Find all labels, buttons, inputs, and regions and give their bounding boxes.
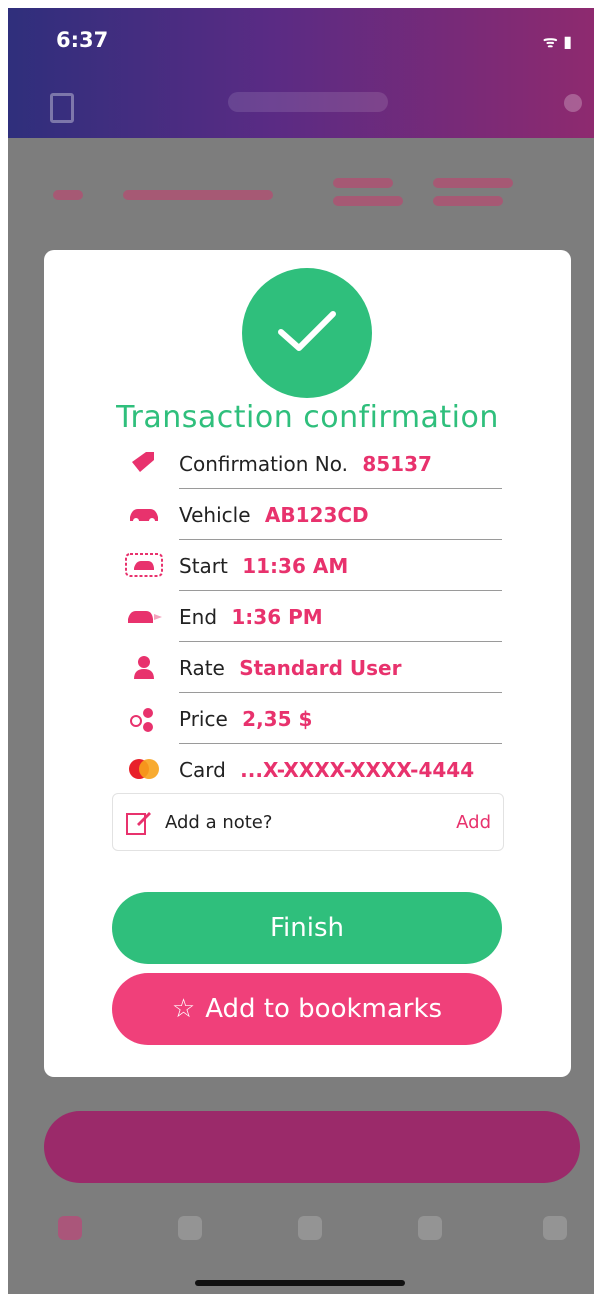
row-card: Card ...X-XXXX-XXXX-4444: [124, 746, 504, 796]
coins-icon: [130, 708, 153, 732]
divider: [179, 539, 502, 540]
row-value: 11:36 AM: [242, 554, 349, 578]
row-value: 2,35 $: [242, 707, 313, 731]
status-icons: ᯤ ▮: [543, 32, 572, 51]
row-value: 85137: [362, 452, 432, 476]
star-icon: ☆: [171, 994, 196, 1024]
mastercard-icon: [129, 759, 159, 779]
row-value: 1:36 PM: [231, 605, 323, 629]
divider: [179, 488, 502, 489]
car-icon: [130, 509, 158, 524]
row-label: Card: [179, 758, 226, 782]
tag-icon: [132, 452, 154, 472]
divider: [179, 692, 502, 693]
divider: [179, 743, 502, 744]
row-value: AB123CD: [264, 503, 369, 527]
success-check-icon: [242, 268, 372, 398]
dialog-title: Transaction confirmation: [116, 400, 499, 435]
bookmark-label: Add to bookmarks: [205, 994, 443, 1024]
row-value: ...X-XXXX-XXXX-4444: [240, 758, 475, 782]
background-details: [53, 178, 523, 218]
parking-start-icon: [125, 553, 163, 577]
row-rate: Rate Standard User: [124, 644, 504, 694]
add-to-bookmarks-button[interactable]: ☆ Add to bookmarks: [112, 973, 502, 1045]
row-end: End 1:36 PM: [124, 593, 504, 643]
header-action-icon[interactable]: [564, 94, 582, 112]
parking-end-icon: [128, 611, 162, 623]
home-indicator: [195, 1280, 405, 1286]
row-value: Standard User: [239, 656, 402, 680]
add-note-field[interactable]: Add a note? Add: [112, 793, 504, 851]
row-label: Start: [179, 554, 228, 578]
row-label: Confirmation No.: [179, 452, 348, 476]
row-label: Price: [179, 707, 228, 731]
menu-icon[interactable]: [50, 93, 74, 123]
background-action-button: [44, 1111, 580, 1183]
user-icon: [134, 656, 154, 679]
row-label: Vehicle: [179, 503, 251, 527]
header-bar: 6:37 ᯤ ▮: [8, 8, 594, 138]
note-label: Add a note?: [165, 812, 273, 833]
finish-label: Finish: [269, 913, 344, 943]
row-vehicle: Vehicle AB123CD: [124, 491, 504, 541]
row-start: Start 11:36 AM: [124, 542, 504, 592]
divider: [179, 641, 502, 642]
status-time: 6:37: [56, 28, 109, 52]
divider: [179, 590, 502, 591]
row-label: Rate: [179, 656, 225, 680]
finish-button[interactable]: Finish: [112, 892, 502, 964]
bottom-navigation: [8, 1198, 594, 1268]
transaction-confirmation-dialog: Transaction confirmation Confirmation No…: [44, 250, 571, 1077]
row-price: Price 2,35 $: [124, 695, 504, 745]
row-confirmation-number: Confirmation No. 85137: [124, 440, 504, 490]
add-note-button[interactable]: Add: [456, 812, 491, 833]
edit-note-icon: [126, 812, 151, 835]
header-title-placeholder: [228, 92, 388, 112]
row-label: End: [179, 605, 218, 629]
